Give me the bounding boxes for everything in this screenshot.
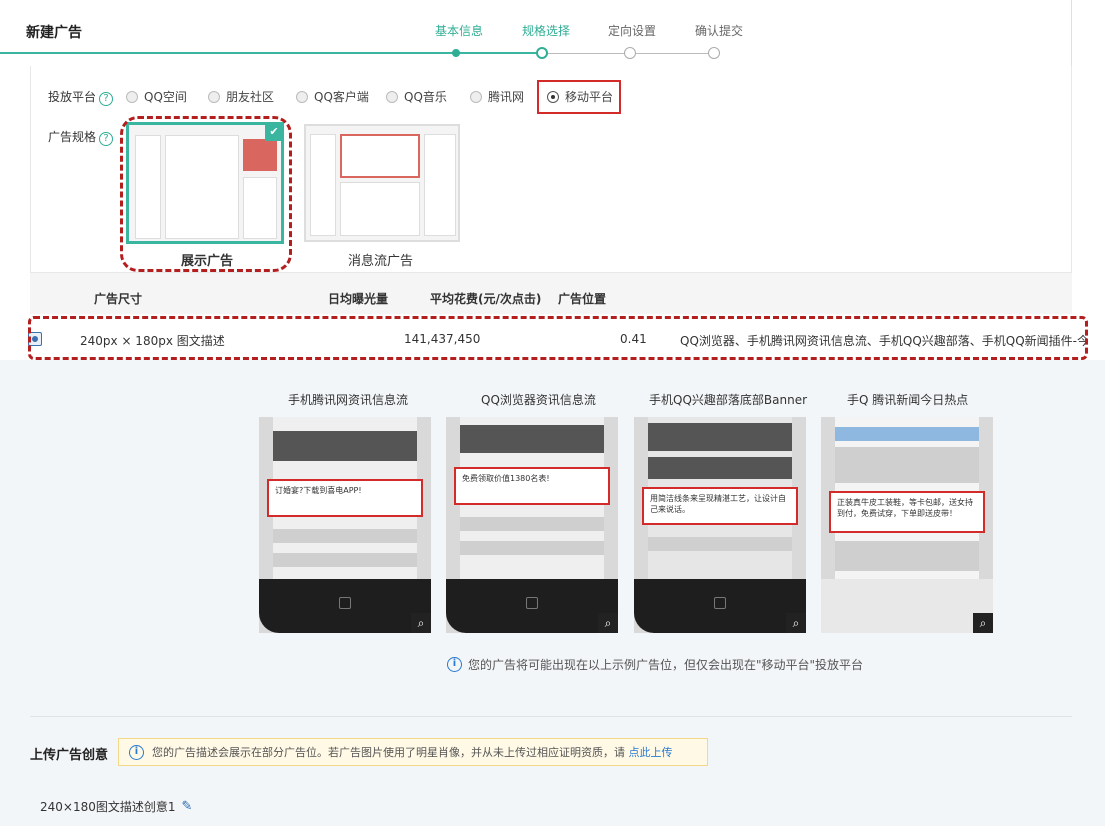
preview-title-1: 手机腾讯网资讯信息流 [288, 393, 409, 407]
highlight-box [537, 80, 621, 114]
mock-feed-ad [340, 134, 420, 178]
feed-item [648, 423, 792, 451]
feed-item [460, 425, 604, 453]
upload-title: 上传广告创意 [30, 748, 109, 763]
mock-sidebar [310, 134, 336, 236]
step-node [708, 47, 720, 59]
creative-name: 240×180图文描述创意1 [40, 800, 176, 814]
info-icon: i [129, 744, 144, 760]
creative-item: 240×180图文描述创意1 ✎ [40, 798, 192, 815]
preview-phone-2[interactable]: 免费领取价值1380名表! ⌕ [446, 417, 618, 633]
radio-dot [296, 90, 308, 103]
feed-item [835, 427, 979, 441]
radio-pengyou[interactable]: 朋友社区 [208, 88, 274, 105]
feed-item [648, 457, 792, 479]
table-header [30, 272, 1072, 314]
preview-phone-4[interactable]: 正装真牛皮工装鞋，等卡包邮，送女持到付，免费试穿，下单即送皮带！ ⌕ [821, 417, 993, 633]
feed-item [460, 517, 604, 531]
col-header-size: 广告尺寸 [94, 292, 143, 306]
feed-item [273, 529, 417, 543]
step-connector [548, 53, 624, 54]
step-connector [636, 53, 708, 54]
top-bar: 新建广告 基本信息 规格选择 定向设置 确认提交 [0, 0, 1072, 66]
step-basic-info[interactable]: 基本信息 [435, 22, 483, 39]
home-button-icon [714, 597, 726, 609]
info-icon: i [447, 657, 462, 672]
step-node [624, 47, 636, 59]
preview-phone-3[interactable]: 用简洁线条来呈现精湛工艺，让设计自己来说话。 ⌕ [634, 417, 806, 633]
upload-tip: i 您的广告描述会展示在部分广告位。若广告图片使用了明星肖像，并从未上传过相应证… [118, 738, 708, 766]
step-confirm[interactable]: 确认提交 [695, 22, 743, 39]
home-button-icon [339, 597, 351, 609]
radio-qzone[interactable]: QQ空间 [126, 88, 187, 105]
upload-link[interactable]: 点此上传 [629, 746, 673, 759]
preview-phone-1[interactable]: 订婚宴?下载到喜电APP! ⌕ [259, 417, 431, 633]
help-icon[interactable]: ? [99, 132, 114, 146]
ad-slot-highlight: 免费领取价值1380名表! [454, 467, 610, 505]
ad-slot-highlight: 正装真牛皮工装鞋，等卡包邮，送女持到付，免费试穿，下单即送皮带！ [829, 491, 985, 533]
phone-bezel [821, 579, 993, 633]
step-targeting[interactable]: 定向设置 [608, 22, 656, 39]
radio-dot [386, 90, 398, 103]
highlight-dashed-box [120, 116, 292, 272]
platform-label: 投放平台? [48, 88, 114, 106]
preview-title-4: 手Q 腾讯新闻今日热点 [847, 393, 969, 407]
col-header-impressions: 日均曝光量 [328, 292, 389, 306]
col-header-position: 广告位置 [558, 292, 607, 306]
preview-title-2: QQ浏览器资讯信息流 [481, 393, 596, 407]
spec-card-feed-label: 消息流广告 [348, 254, 414, 269]
radio-dot [208, 90, 220, 103]
ad-slot-highlight: 用简洁线条来呈现精湛工艺，让设计自己来说话。 [642, 487, 798, 525]
zoom-icon[interactable]: ⌕ [973, 613, 993, 633]
edit-pencil-icon[interactable]: ✎ [182, 799, 193, 814]
col-header-cost: 平均花费(元/次点击) [430, 292, 542, 306]
preview-title-3: 手机QQ兴趣部落底部Banner [649, 393, 808, 407]
radio-qq-client[interactable]: QQ客户端 [296, 88, 369, 105]
zoom-icon[interactable]: ⌕ [411, 613, 431, 633]
feed-item [460, 541, 604, 555]
zoom-icon[interactable]: ⌕ [598, 613, 618, 633]
mock-feed-list [340, 182, 420, 236]
spec-card-feed[interactable] [304, 124, 460, 242]
zoom-icon[interactable]: ⌕ [786, 613, 806, 633]
feed-item [273, 431, 417, 461]
home-button-icon [526, 597, 538, 609]
feed-item [273, 553, 417, 567]
step-spec-select[interactable]: 规格选择 [522, 22, 570, 39]
preview-notice: i 您的广告将可能出现在以上示例广告位，但仅会出现在"移动平台"投放平台 [447, 656, 863, 673]
feed-item [835, 447, 979, 483]
radio-qq-music[interactable]: QQ音乐 [386, 88, 447, 105]
step-node-current [536, 47, 548, 59]
page-title: 新建广告 [26, 25, 82, 41]
radio-qq-com[interactable]: 腾讯网 [470, 88, 524, 105]
mock-side-list [424, 134, 456, 236]
help-icon[interactable]: ? [99, 92, 114, 106]
feed-item [648, 537, 792, 551]
radio-dot [126, 90, 138, 103]
divider [30, 716, 1072, 717]
radio-dot [470, 90, 482, 103]
step-node-done [452, 49, 460, 57]
ad-slot-highlight: 订婚宴?下载到喜电APP! [267, 479, 423, 517]
feed-item [835, 541, 979, 571]
highlight-dashed-row [28, 316, 1088, 360]
spec-label: 广告规格? [48, 128, 114, 146]
